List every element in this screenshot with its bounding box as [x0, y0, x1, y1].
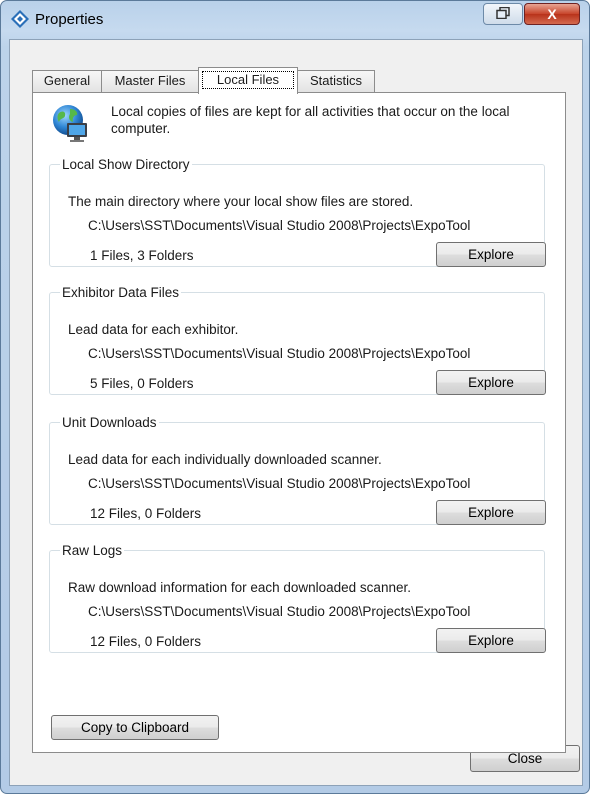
explore-button[interactable]: Explore [436, 242, 546, 267]
restore-button[interactable] [483, 3, 523, 25]
group-title: Raw Logs [62, 543, 123, 558]
group-local-show-directory: Local Show Directory The main directory … [49, 157, 546, 267]
tab-local-files[interactable]: Local Files [198, 67, 298, 94]
group-description: Lead data for each exhibitor. [68, 322, 239, 337]
tab-master-files[interactable]: Master Files [101, 70, 199, 92]
properties-diamond-icon [11, 10, 29, 28]
explore-button[interactable]: Explore [436, 628, 546, 653]
globe-computer-icon [51, 103, 91, 143]
close-icon: X [547, 6, 557, 22]
dialog-client-area: General Master Files Local Files Statist… [9, 39, 583, 786]
tab-label: General [43, 73, 91, 88]
group-title: Exhibitor Data Files [62, 285, 180, 300]
group-unit-downloads: Unit Downloads Lead data for each indivi… [49, 415, 546, 525]
directory-path: C:\Users\SST\Documents\Visual Studio 200… [88, 346, 471, 361]
file-count: 12 Files, 0 Folders [90, 634, 202, 649]
title-bar[interactable]: Properties X [1, 1, 589, 39]
directory-path: C:\Users\SST\Documents\Visual Studio 200… [88, 604, 471, 619]
properties-window: Properties X General Master Files Local … [0, 0, 590, 794]
file-count: 12 Files, 0 Folders [90, 506, 202, 521]
tab-statistics[interactable]: Statistics [297, 70, 375, 92]
group-title: Unit Downloads [62, 415, 157, 430]
directory-path: C:\Users\SST\Documents\Visual Studio 200… [88, 218, 471, 233]
intro-text: Local copies of files are kept for all a… [111, 104, 510, 136]
group-title: Local Show Directory [62, 157, 190, 172]
copy-to-clipboard-button[interactable]: Copy to Clipboard [51, 715, 219, 740]
tab-label: Local Files [202, 71, 294, 89]
close-window-button[interactable]: X [524, 3, 580, 25]
file-count: 5 Files, 0 Folders [90, 376, 194, 391]
tab-general[interactable]: General [32, 70, 102, 92]
group-description: The main directory where your local show… [68, 194, 414, 209]
tab-label: Master Files [114, 73, 186, 88]
tab-label: Statistics [309, 73, 362, 88]
explore-button[interactable]: Explore [436, 370, 546, 395]
window-title: Properties [35, 11, 104, 28]
restore-icon [496, 6, 510, 22]
group-description: Raw download information for each downlo… [68, 580, 411, 595]
directory-path: C:\Users\SST\Documents\Visual Studio 200… [88, 476, 471, 491]
group-description: Lead data for each individually download… [68, 452, 382, 467]
group-exhibitor-data-files: Exhibitor Data Files Lead data for each … [49, 285, 546, 395]
group-raw-logs: Raw Logs Raw download information for ea… [49, 543, 546, 653]
file-count: 1 Files, 3 Folders [90, 248, 194, 263]
local-files-tab-page: Local copies of files are kept for all a… [32, 92, 566, 753]
explore-button[interactable]: Explore [436, 500, 546, 525]
